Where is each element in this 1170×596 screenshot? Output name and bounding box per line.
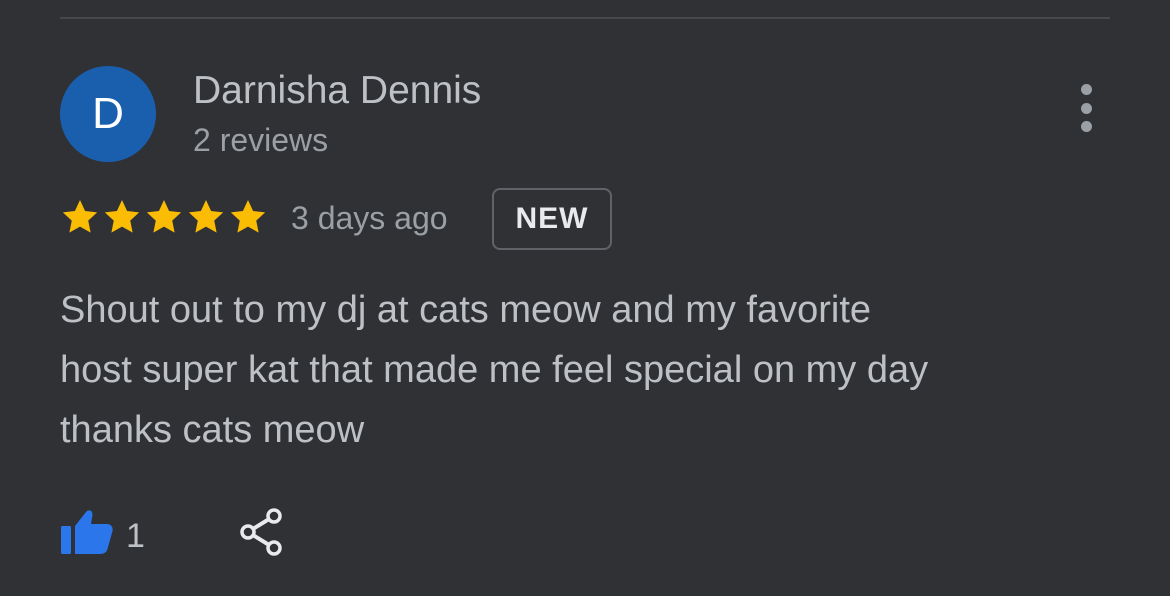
review-date: 3 days ago [291,200,448,236]
star-icon [146,200,182,233]
star-icon [104,200,140,233]
review-text: Shout out to my dj at cats meow and my f… [60,280,1110,460]
review-card: D Darnisha Dennis 2 reviews 3 days ago N… [0,0,1170,596]
thumbs-up-icon[interactable] [60,508,114,556]
more-options-button[interactable] [1066,84,1106,132]
like-count: 1 [126,517,145,555]
top-divider [60,17,1110,19]
review-text-line: Shout out to my dj at cats meow and my f… [60,289,872,331]
star-rating [60,194,268,240]
review-text-line: thanks cats meow [60,409,365,451]
more-vertical-icon-dot [1080,121,1092,132]
star-icon [62,200,98,233]
review-text-line: host super kat that made me feel special… [60,349,929,391]
share-icon[interactable] [236,506,286,558]
star-icon [230,200,266,233]
more-vertical-icon-dot [1080,102,1092,114]
reviewer-name[interactable]: Darnisha Dennis [193,68,481,114]
reviewer-review-count: 2 reviews [193,122,329,158]
star-icon [188,200,224,233]
more-vertical-icon-dot [1080,84,1092,95]
new-badge: NEW [492,188,612,250]
avatar[interactable]: D [60,66,156,162]
